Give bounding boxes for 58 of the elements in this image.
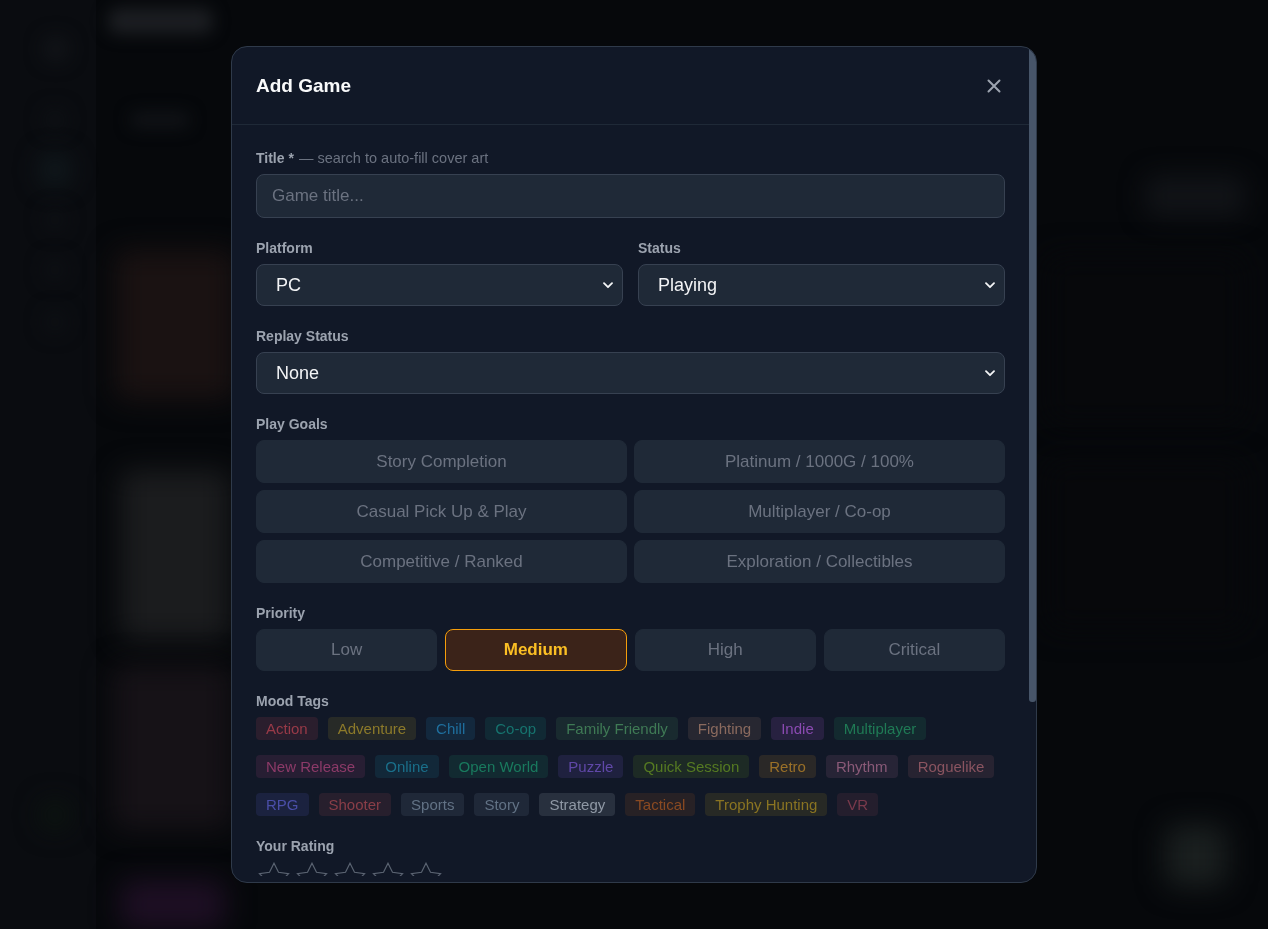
goal-option[interactable]: Competitive / Ranked (256, 540, 627, 583)
priority-option[interactable]: Critical (823, 629, 1005, 671)
status-select[interactable]: Playing (638, 264, 1005, 306)
goal-option[interactable]: Platinum / 1000G / 100% (634, 440, 1005, 483)
empty-star-icon[interactable] (334, 862, 366, 876)
field-label: Play Goals (256, 416, 328, 433)
empty-star-icon[interactable] (296, 862, 328, 876)
empty-star-icon[interactable] (372, 862, 404, 876)
mood-tag[interactable]: Quick Session (633, 755, 750, 778)
mood-tag[interactable]: Trophy Hunting (705, 793, 828, 816)
dialog-title: Add Game (256, 74, 352, 97)
field-label: Mood Tags (256, 693, 329, 710)
empty-star-icon[interactable] (258, 862, 290, 876)
empty-star-icon[interactable] (410, 862, 442, 876)
mood-tag[interactable]: Retro (759, 755, 816, 778)
field-label: Replay Status (256, 328, 349, 345)
mood-tag[interactable]: Online (375, 755, 439, 778)
close-icon (987, 78, 1001, 93)
chevron-down-icon (985, 281, 995, 289)
mood-tag[interactable]: Fighting (687, 717, 762, 740)
field-label: Status (638, 240, 681, 257)
mood-tag[interactable]: Action (256, 717, 318, 740)
replay-status-select[interactable]: None (256, 352, 1005, 394)
mood-tag[interactable]: Story (474, 793, 530, 816)
star-rating[interactable] (258, 862, 442, 876)
mood-tag[interactable]: Shooter (318, 793, 392, 816)
priority-option[interactable]: High (634, 629, 816, 671)
mood-tag[interactable]: RPG (256, 793, 309, 816)
mood-tag[interactable]: Tactical (625, 793, 696, 816)
mood-tag[interactable]: New Release (256, 755, 366, 778)
chevron-down-icon (603, 281, 613, 289)
mood-tag[interactable]: Chill (426, 717, 476, 740)
field-label: Priority (256, 605, 305, 622)
goal-option[interactable]: Story Completion (256, 440, 627, 483)
priority-option[interactable]: Low (256, 629, 438, 671)
mood-tag[interactable]: Family Friendly (556, 717, 678, 740)
goal-option[interactable]: Multiplayer / Co-op (634, 490, 1005, 533)
goal-option[interactable]: Casual Pick Up & Play (256, 490, 627, 533)
mood-tag[interactable]: Open World (448, 755, 549, 778)
title-input[interactable]: Game title... (256, 174, 1005, 218)
mood-tag[interactable]: Adventure (327, 717, 417, 740)
mood-tag[interactable]: Multiplayer (833, 717, 927, 740)
goal-option[interactable]: Exploration / Collectibles (634, 540, 1005, 583)
field-label: Your Rating (256, 838, 335, 855)
mood-tag[interactable]: Indie (771, 717, 824, 740)
field-label: Title * (256, 150, 294, 167)
priority-option[interactable]: Medium (445, 629, 627, 671)
mood-tag[interactable]: Sports (401, 793, 465, 816)
mood-tag[interactable]: Strategy (539, 793, 616, 816)
field-label: Platform (256, 240, 313, 257)
mood-tag[interactable]: VR (837, 793, 879, 816)
chevron-down-icon (985, 369, 995, 377)
field-hint: — search to auto-fill cover art (298, 150, 489, 167)
mood-tag[interactable]: Puzzle (558, 755, 624, 778)
mood-tag[interactable]: Rhythm (825, 755, 898, 778)
mood-tag[interactable]: Roguelike (907, 755, 995, 778)
mood-tag[interactable]: Co-op (485, 717, 547, 740)
platform-select[interactable]: PC (256, 264, 623, 306)
